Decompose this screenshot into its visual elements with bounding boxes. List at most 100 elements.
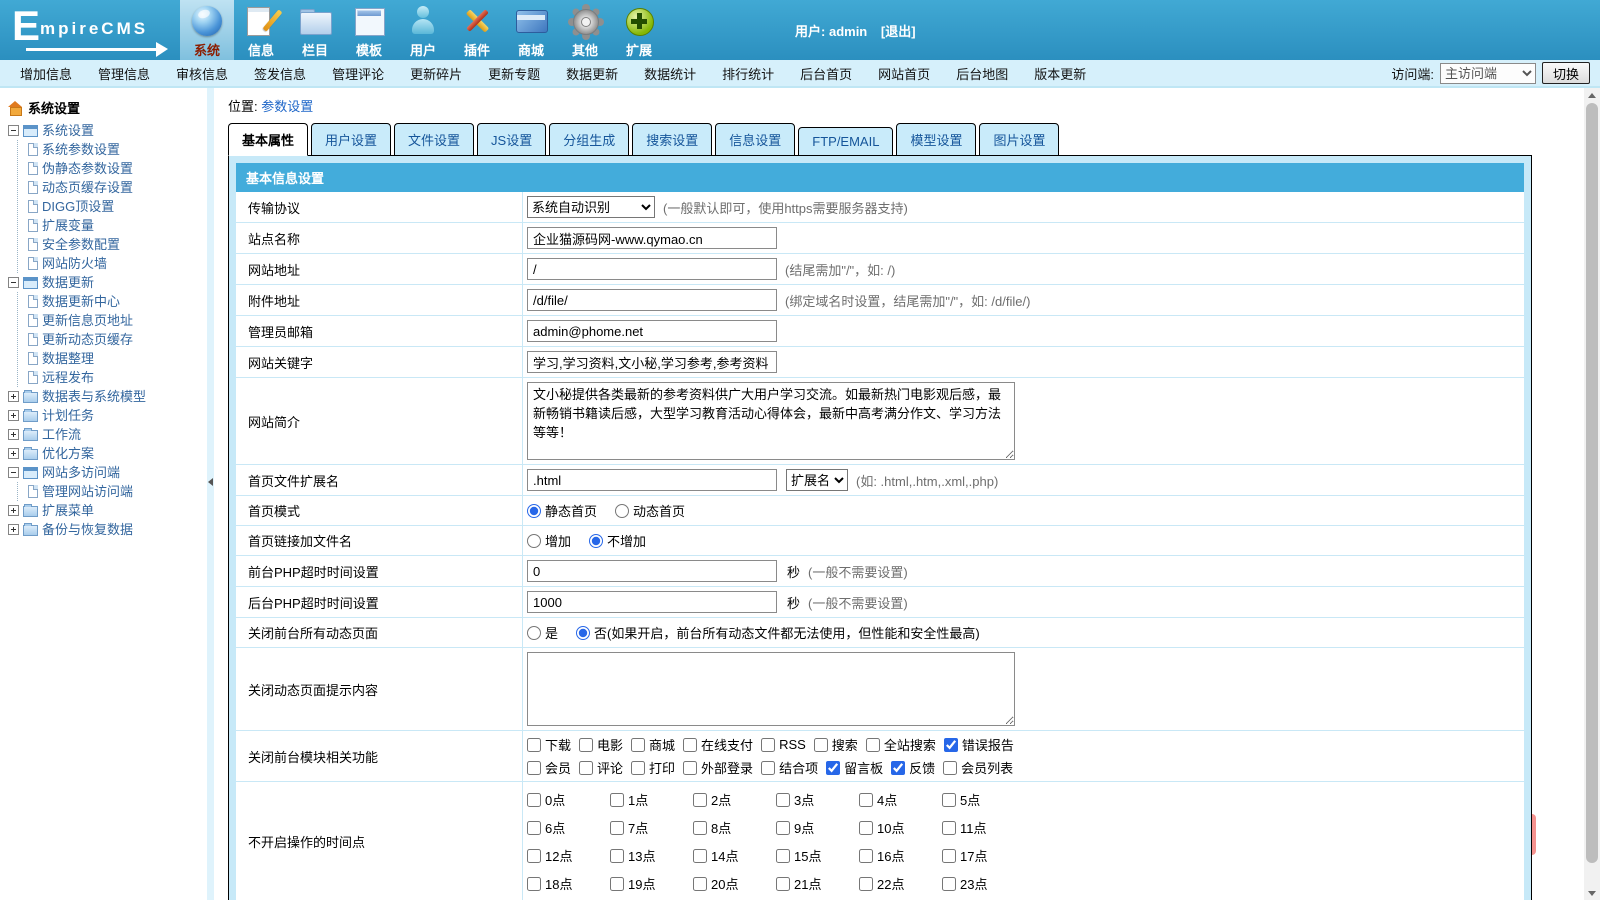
- switch-endpoint-button[interactable]: 切换: [1542, 62, 1590, 84]
- disabled-hours-hour-17[interactable]: 17点: [942, 846, 1025, 865]
- toolbar-link-2[interactable]: 审核信息: [176, 64, 228, 83]
- toolbar-link-11[interactable]: 网站首页: [878, 64, 930, 83]
- disabled-hours-hour-19[interactable]: 19点: [610, 874, 693, 893]
- disabled-hours-hour-6-input[interactable]: [527, 821, 541, 835]
- close-modules-option-1-7-input[interactable]: [943, 761, 957, 775]
- close-modules-option-1-2-input[interactable]: [631, 761, 645, 775]
- nav-item-system-globe[interactable]: 系统: [180, 0, 234, 60]
- disabled-hours-hour-20-input[interactable]: [693, 877, 707, 891]
- tree-leaf-link[interactable]: 系统参数设置: [42, 140, 120, 159]
- disabled-hours-hour-1[interactable]: 1点: [610, 790, 693, 809]
- close-dynamic-pages-option-0-input[interactable]: [527, 626, 541, 640]
- breadcrumb-link[interactable]: 参数设置: [261, 99, 313, 114]
- collapse-node-icon[interactable]: [8, 125, 19, 136]
- close-modules-option-0-5-input[interactable]: [814, 738, 828, 752]
- tree-leaf-link[interactable]: 扩展变量: [42, 216, 94, 235]
- tab-信息设置[interactable]: 信息设置: [715, 123, 795, 156]
- tree-node-link[interactable]: 数据表与系统模型: [42, 387, 146, 406]
- close-modules-option-0-4[interactable]: RSS: [761, 737, 806, 752]
- index-ext-input[interactable]: [527, 469, 777, 491]
- disabled-hours-hour-8-input[interactable]: [693, 821, 707, 835]
- tab-基本属性[interactable]: 基本属性: [228, 123, 308, 156]
- index-link-filename-option-1[interactable]: 不增加: [589, 531, 646, 550]
- tree-leaf-link[interactable]: 网站防火墙: [42, 254, 107, 273]
- toolbar-link-9[interactable]: 排行统计: [722, 64, 774, 83]
- tree-leaf-link[interactable]: 伪静态参数设置: [42, 159, 133, 178]
- disabled-hours-hour-9-input[interactable]: [776, 821, 790, 835]
- index-mode-option-0[interactable]: 静态首页: [527, 501, 597, 520]
- close-modules-option-0-4-input[interactable]: [761, 738, 775, 752]
- admin-email-input[interactable]: [527, 320, 777, 342]
- attachment-url-input[interactable]: [527, 289, 777, 311]
- toolbar-link-10[interactable]: 后台首页: [800, 64, 852, 83]
- close-modules-option-0-2[interactable]: 商城: [631, 735, 675, 754]
- tree-node-link[interactable]: 数据更新: [42, 273, 94, 292]
- disabled-hours-hour-4[interactable]: 4点: [859, 790, 942, 809]
- disabled-hours-hour-13-input[interactable]: [610, 849, 624, 863]
- nav-item-extend-plus[interactable]: 扩展: [612, 0, 666, 60]
- index-link-filename-option-0-input[interactable]: [527, 534, 541, 548]
- close-modules-option-0-3[interactable]: 在线支付: [683, 735, 753, 754]
- close-modules-option-1-2[interactable]: 打印: [631, 758, 675, 777]
- tree-leaf-link[interactable]: 动态页缓存设置: [42, 178, 133, 197]
- tree-node-link[interactable]: 系统设置: [42, 121, 94, 140]
- disabled-hours-hour-21[interactable]: 21点: [776, 874, 859, 893]
- disabled-hours-hour-2[interactable]: 2点: [693, 790, 776, 809]
- disabled-hours-hour-12[interactable]: 12点: [527, 846, 610, 865]
- disabled-hours-hour-7-input[interactable]: [610, 821, 624, 835]
- tree-node-link[interactable]: 备份与恢复数据: [42, 520, 133, 539]
- close-modules-option-1-4-input[interactable]: [761, 761, 775, 775]
- close-modules-option-0-5[interactable]: 搜索: [814, 735, 858, 754]
- disabled-hours-hour-10[interactable]: 10点: [859, 818, 942, 837]
- close-modules-option-1-3-input[interactable]: [683, 761, 697, 775]
- close-modules-option-0-3-input[interactable]: [683, 738, 697, 752]
- disabled-hours-hour-15-input[interactable]: [776, 849, 790, 863]
- sidebar-collapse-arrow-icon[interactable]: [208, 478, 213, 486]
- close-dynamic-notice-textarea[interactable]: [527, 652, 1015, 726]
- close-modules-option-0-1-input[interactable]: [579, 738, 593, 752]
- disabled-hours-hour-23-input[interactable]: [942, 877, 956, 891]
- toolbar-link-13[interactable]: 版本更新: [1034, 64, 1086, 83]
- index-mode-option-1[interactable]: 动态首页: [615, 501, 685, 520]
- tree-leaf-link[interactable]: 安全参数配置: [42, 235, 120, 254]
- scrollbar-thumb[interactable]: [1586, 103, 1598, 863]
- expand-node-icon[interactable]: [8, 505, 19, 516]
- disabled-hours-hour-11-input[interactable]: [942, 821, 956, 835]
- tab-FTP/EMAIL[interactable]: FTP/EMAIL: [798, 127, 893, 156]
- toolbar-link-3[interactable]: 签发信息: [254, 64, 306, 83]
- disabled-hours-hour-5[interactable]: 5点: [942, 790, 1025, 809]
- close-modules-option-1-5[interactable]: 留言板: [826, 758, 883, 777]
- tree-node-link[interactable]: 网站多访问端: [42, 463, 120, 482]
- toolbar-link-5[interactable]: 更新碎片: [410, 64, 462, 83]
- tab-用户设置[interactable]: 用户设置: [311, 123, 391, 156]
- disabled-hours-hour-4-input[interactable]: [859, 793, 873, 807]
- close-modules-option-1-0-input[interactable]: [527, 761, 541, 775]
- expand-node-icon[interactable]: [8, 391, 19, 402]
- close-modules-option-1-6[interactable]: 反馈: [891, 758, 935, 777]
- close-modules-option-1-3[interactable]: 外部登录: [683, 758, 753, 777]
- expand-node-icon[interactable]: [8, 410, 19, 421]
- disabled-hours-hour-2-input[interactable]: [693, 793, 707, 807]
- close-modules-option-0-7-input[interactable]: [944, 738, 958, 752]
- close-dynamic-pages-option-1-input[interactable]: [576, 626, 590, 640]
- tab-文件设置[interactable]: 文件设置: [394, 123, 474, 156]
- disabled-hours-hour-19-input[interactable]: [610, 877, 624, 891]
- disabled-hours-hour-6[interactable]: 6点: [527, 818, 610, 837]
- index-mode-option-1-input[interactable]: [615, 504, 629, 518]
- toolbar-link-8[interactable]: 数据统计: [644, 64, 696, 83]
- close-modules-option-1-1[interactable]: 评论: [579, 758, 623, 777]
- close-modules-option-1-1-input[interactable]: [579, 761, 593, 775]
- disabled-hours-hour-16[interactable]: 16点: [859, 846, 942, 865]
- close-modules-option-1-0[interactable]: 会员: [527, 758, 571, 777]
- disabled-hours-hour-20[interactable]: 20点: [693, 874, 776, 893]
- tree-node-link[interactable]: 计划任务: [42, 406, 94, 425]
- disabled-hours-hour-17-input[interactable]: [942, 849, 956, 863]
- disabled-hours-hour-22-input[interactable]: [859, 877, 873, 891]
- index-ext-select[interactable]: 扩展名: [786, 469, 848, 491]
- vertical-scrollbar[interactable]: [1584, 88, 1600, 900]
- tree-leaf-link[interactable]: 数据整理: [42, 349, 94, 368]
- index-mode-option-0-input[interactable]: [527, 504, 541, 518]
- disabled-hours-hour-14[interactable]: 14点: [693, 846, 776, 865]
- transport-protocol-select[interactable]: 系统自动识别: [527, 196, 655, 218]
- tree-node-link[interactable]: 优化方案: [42, 444, 94, 463]
